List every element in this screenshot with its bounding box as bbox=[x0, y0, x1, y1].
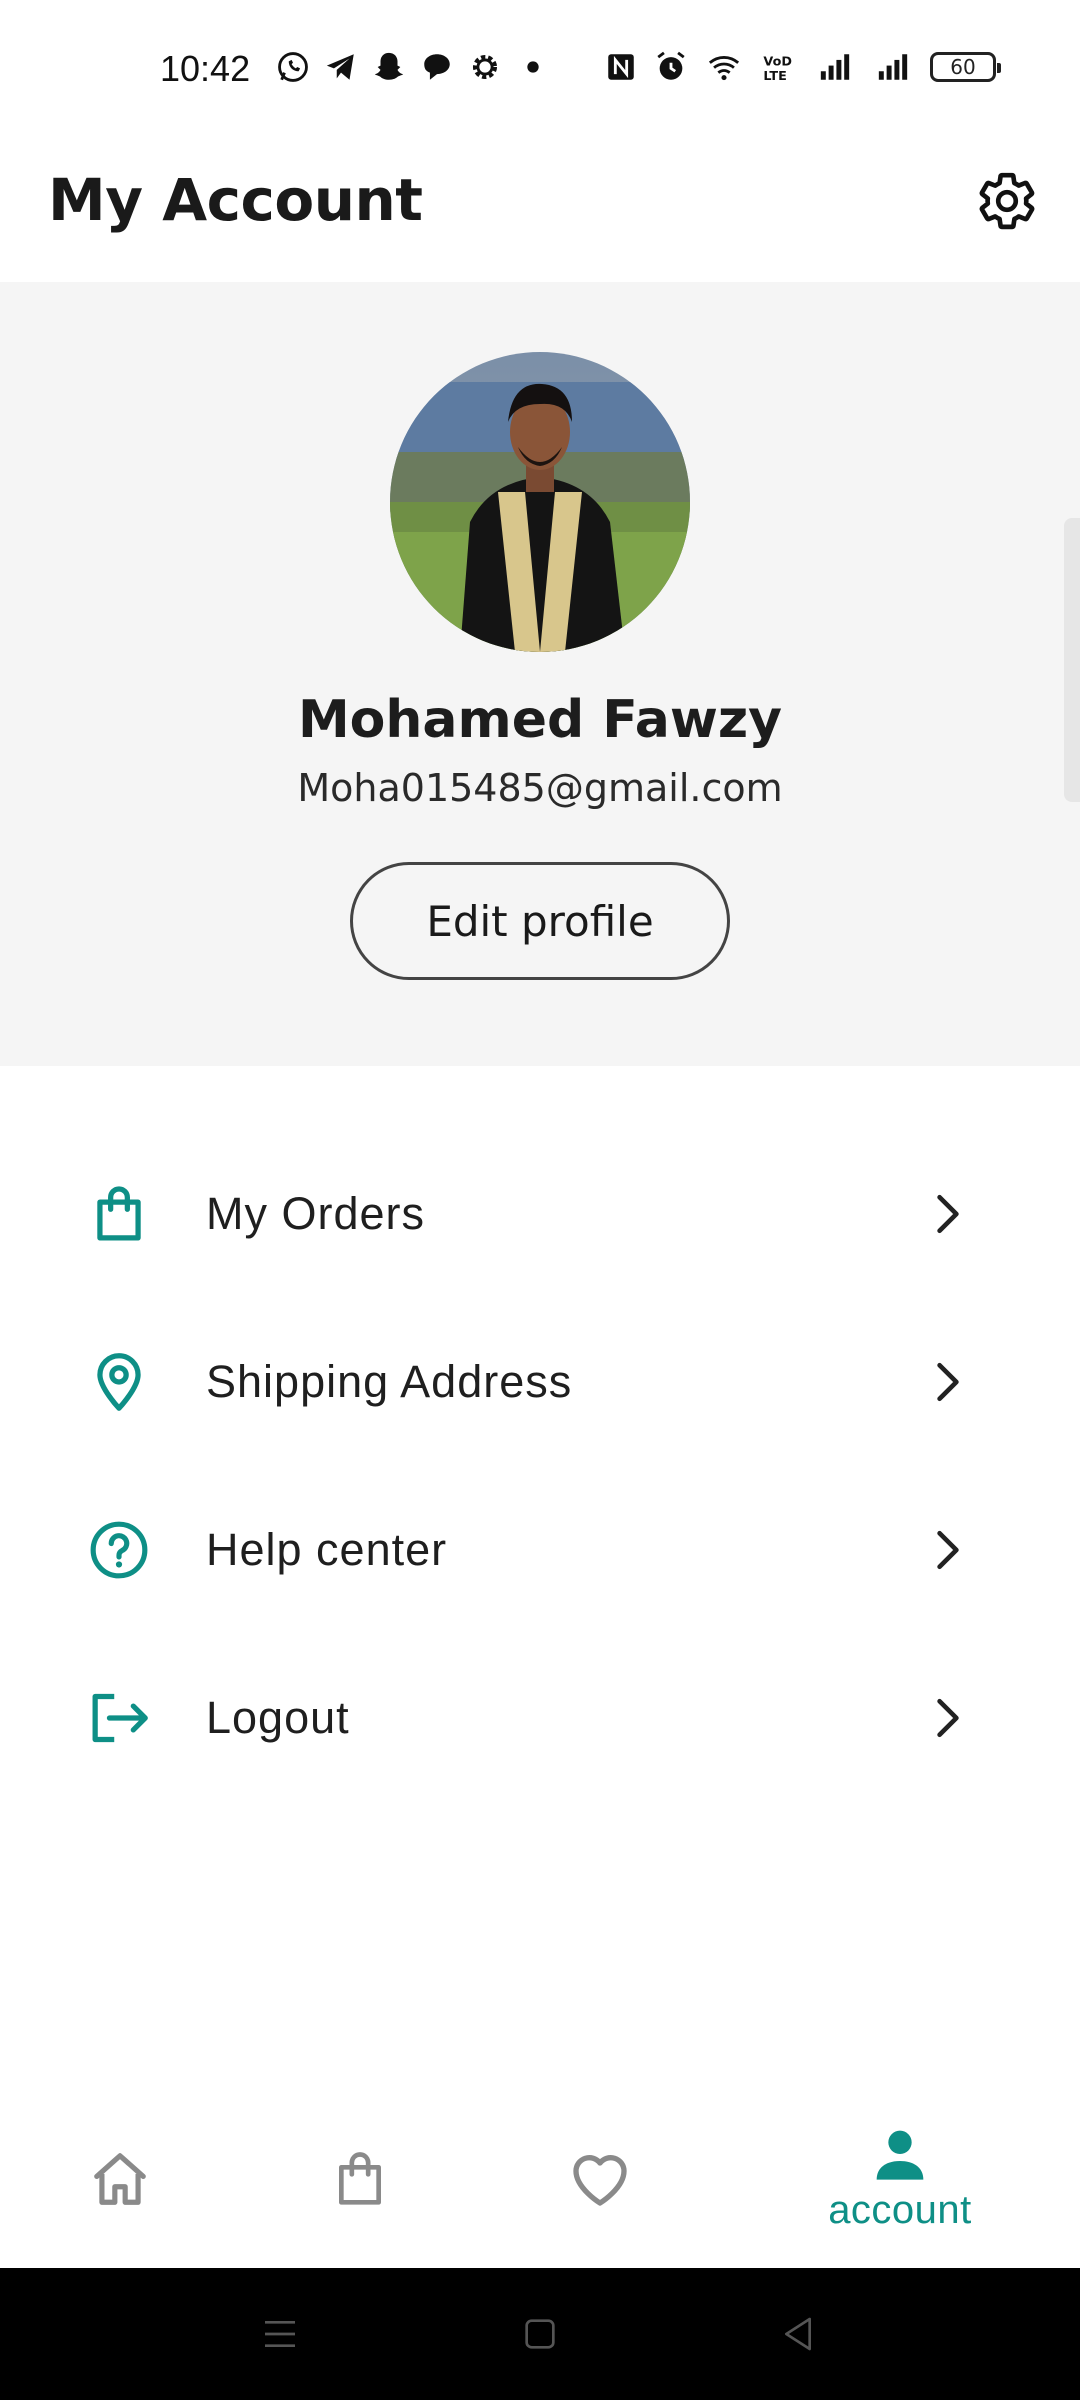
help-circle-icon bbox=[84, 1515, 154, 1585]
nav-home[interactable] bbox=[20, 2090, 220, 2268]
shopping-bag-icon bbox=[339, 2152, 381, 2205]
page-title: My Account bbox=[48, 166, 423, 234]
menu-item-label: My Orders bbox=[206, 1188, 426, 1239]
dot-icon bbox=[527, 61, 539, 73]
menu-item-label: Logout bbox=[206, 1692, 350, 1743]
snapchat-icon bbox=[374, 52, 404, 80]
chevron-right-icon bbox=[928, 1525, 968, 1575]
gear-icon bbox=[979, 172, 1035, 230]
profile-section: Mohamed Fawzy Moha015485@gmail.com Edit … bbox=[0, 282, 1080, 1066]
recent-apps-button[interactable] bbox=[250, 2308, 310, 2360]
settings-cog-icon bbox=[472, 54, 498, 80]
profile-email: Moha015485@gmail.com bbox=[297, 766, 783, 810]
signal-icon bbox=[878, 54, 908, 80]
status-time: 10:42 bbox=[160, 48, 251, 89]
status-system-icons: VoD LTE 60 bbox=[604, 50, 1001, 84]
settings-button[interactable] bbox=[972, 166, 1042, 236]
home-icon bbox=[94, 2153, 146, 2205]
menu-item-label: Help center bbox=[206, 1524, 448, 1575]
square-icon bbox=[525, 2319, 555, 2349]
chevron-right-icon bbox=[928, 1357, 968, 1407]
back-button[interactable] bbox=[768, 2308, 828, 2360]
menu-item-shipping-address[interactable]: Shipping Address bbox=[0, 1298, 1080, 1466]
volte-icon: VoDLTE bbox=[763, 55, 792, 84]
status-bar: 10:42 VoD LTE 60 bbox=[0, 0, 1080, 140]
scrollbar-thumb[interactable] bbox=[1064, 518, 1080, 802]
nfc-icon bbox=[608, 54, 634, 80]
chat-bubble-icon bbox=[424, 54, 450, 80]
back-triangle-icon bbox=[785, 2317, 811, 2351]
chevron-right-icon bbox=[928, 1189, 968, 1239]
svg-text:LTE: LTE bbox=[763, 69, 786, 84]
svg-text:VoD: VoD bbox=[763, 55, 792, 70]
system-navigation-bar bbox=[0, 2268, 1080, 2400]
alarm-icon bbox=[657, 51, 685, 80]
menu-item-my-orders[interactable]: My Orders bbox=[0, 1130, 1080, 1298]
nav-account[interactable]: account bbox=[800, 2090, 1000, 2268]
signal-icon bbox=[820, 54, 850, 80]
avatar-photo bbox=[390, 352, 690, 652]
nav-favorites[interactable] bbox=[500, 2090, 700, 2268]
avatar bbox=[390, 352, 690, 652]
logout-icon bbox=[84, 1683, 154, 1753]
person-icon bbox=[876, 2130, 924, 2180]
shopping-bag-icon bbox=[84, 1179, 154, 1249]
profile-name: Mohamed Fawzy bbox=[297, 690, 783, 750]
menu-item-label: Shipping Address bbox=[206, 1356, 573, 1407]
app-header: My Account bbox=[0, 140, 1080, 282]
heart-icon bbox=[573, 2155, 627, 2206]
battery-icon: 60 bbox=[930, 52, 1001, 82]
bottom-navigation: account bbox=[0, 2090, 1080, 2268]
wifi-icon bbox=[708, 56, 740, 81]
nav-cart[interactable] bbox=[260, 2090, 460, 2268]
telegram-icon bbox=[326, 54, 354, 80]
chevron-right-icon bbox=[928, 1693, 968, 1743]
menu-item-help-center[interactable]: Help center bbox=[0, 1466, 1080, 1634]
menu-lines-icon bbox=[265, 2321, 295, 2347]
nav-account-label: account bbox=[828, 2187, 972, 2232]
whatsapp-icon bbox=[278, 52, 308, 82]
location-pin-icon bbox=[84, 1347, 154, 1417]
menu-item-logout[interactable]: Logout bbox=[0, 1634, 1080, 1802]
home-system-button[interactable] bbox=[510, 2308, 570, 2360]
edit-profile-button[interactable]: Edit profile bbox=[350, 862, 730, 980]
status-notification-icons bbox=[276, 50, 550, 84]
